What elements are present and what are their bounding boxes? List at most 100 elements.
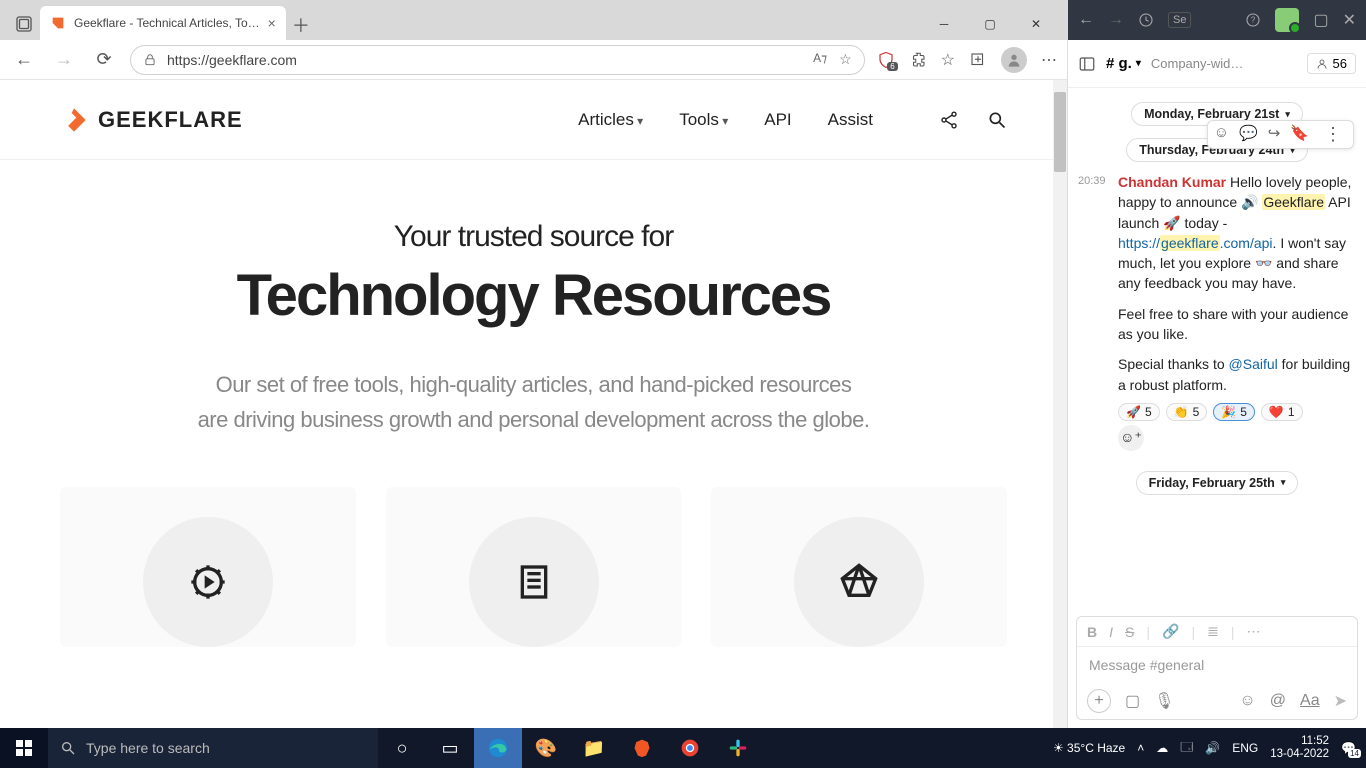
taskview-icon[interactable]: ○ xyxy=(378,728,426,768)
compose-input[interactable]: Message #general xyxy=(1077,647,1357,683)
language-indicator[interactable]: ENG xyxy=(1232,741,1258,755)
card-resources[interactable] xyxy=(711,487,1007,647)
forward-button[interactable]: → xyxy=(50,46,78,74)
close-tab-icon[interactable]: × xyxy=(268,15,276,31)
start-button[interactable] xyxy=(0,728,48,768)
history-back-icon[interactable]: ← xyxy=(1078,11,1094,29)
minimize-button[interactable]: ─ xyxy=(921,8,967,40)
mention-link[interactable]: @Saiful xyxy=(1229,356,1278,372)
tray-chevron-icon[interactable]: ˄ xyxy=(1137,741,1144,755)
window-close-button[interactable]: ✕ xyxy=(1013,8,1059,40)
back-button[interactable]: ← xyxy=(10,46,38,74)
message-composer: B I S | 🔗 | ≣ | ⋯ Message #general + ▢ 🎙… xyxy=(1076,616,1358,720)
hero-section: Your trusted source for Technology Resou… xyxy=(0,160,1067,467)
channel-name-button[interactable]: # g. ▾ xyxy=(1106,55,1141,72)
channel-topic[interactable]: Company-wid… xyxy=(1151,56,1297,71)
system-tray: ☀ 35°C Haze ˄ ☁ 🗔 🔊 ENG 11:52 13-04-2022… xyxy=(1043,735,1366,760)
nav-articles[interactable]: Articles xyxy=(578,110,643,130)
chat-close-icon[interactable]: ✕ xyxy=(1343,10,1356,30)
reaction-rocket[interactable]: 🚀5 xyxy=(1118,403,1160,421)
site-logo[interactable]: GEEKFLARE xyxy=(60,106,243,134)
weather-widget[interactable]: ☀ 35°C Haze xyxy=(1053,741,1125,755)
maximize-button[interactable]: ▢ xyxy=(967,8,1013,40)
history-icon[interactable] xyxy=(1138,12,1154,28)
textstyle-button[interactable]: Aa xyxy=(1300,692,1320,710)
tab-overview-button[interactable] xyxy=(8,8,40,40)
browser-toolbar: ← → ⟳ https://geekflare.com A⁊ ☆ xyxy=(0,40,1067,80)
search-icon[interactable] xyxy=(987,110,1007,130)
battery-icon[interactable]: 🗔 xyxy=(1180,738,1193,759)
address-bar[interactable]: https://geekflare.com A⁊ ☆ xyxy=(130,45,865,75)
card-tools[interactable] xyxy=(60,487,356,647)
chat-maximize-icon[interactable]: ▢ xyxy=(1313,10,1328,30)
more-actions-button[interactable]: ⋮ xyxy=(1319,124,1347,145)
profile-avatar[interactable] xyxy=(1001,47,1027,73)
message-content: Chandan Kumar Hello lovely people, happy… xyxy=(1118,172,1356,395)
taskbar-search[interactable]: Type here to search xyxy=(48,728,378,768)
notifications-icon[interactable]: 💬 xyxy=(1341,741,1356,755)
audio-button[interactable]: 🎙 xyxy=(1154,691,1174,711)
date-divider-3[interactable]: Friday, February 25th ▾ xyxy=(1136,471,1299,495)
svg-text:?: ? xyxy=(1251,16,1256,25)
strike-button[interactable]: S xyxy=(1125,624,1134,640)
reaction-tada[interactable]: 🎉5 xyxy=(1213,403,1255,421)
sidebar-toggle-icon[interactable] xyxy=(1078,55,1096,73)
share-msg-icon[interactable]: ↪ xyxy=(1268,124,1281,145)
thread-icon[interactable]: 💬 xyxy=(1239,124,1258,145)
channel-header: # g. ▾ Company-wid… 56 xyxy=(1068,40,1366,88)
emoji-button[interactable]: ☺ xyxy=(1239,692,1255,710)
edge-icon[interactable] xyxy=(474,728,522,768)
help-icon[interactable]: ? xyxy=(1245,12,1261,28)
collections-icon[interactable] xyxy=(969,51,987,69)
reaction-heart[interactable]: ❤️1 xyxy=(1261,403,1303,421)
explorer-icon[interactable]: 📁 xyxy=(570,728,618,768)
reaction-clap[interactable]: 👏5 xyxy=(1166,403,1208,421)
reader-icon[interactable]: A⁊ xyxy=(813,51,827,68)
nav-assist[interactable]: Assist xyxy=(828,110,873,130)
reaction-bar: 🚀5 👏5 🎉5 ❤️1 xyxy=(1118,403,1356,421)
video-button[interactable]: ▢ xyxy=(1125,691,1140,711)
user-avatar[interactable] xyxy=(1275,8,1299,32)
nav-tools[interactable]: Tools xyxy=(679,110,728,130)
mention-button[interactable]: @ xyxy=(1270,692,1286,710)
send-button[interactable]: ➤ xyxy=(1334,691,1347,711)
members-button[interactable]: 56 xyxy=(1307,53,1356,74)
list-button[interactable]: ≣ xyxy=(1207,623,1219,640)
more-format-button[interactable]: ⋯ xyxy=(1246,623,1260,640)
new-tab-button[interactable]: ＋ xyxy=(286,10,316,40)
tracking-shield-icon[interactable] xyxy=(877,51,895,69)
scrollbar-thumb[interactable] xyxy=(1054,92,1066,172)
attach-button[interactable]: + xyxy=(1087,689,1111,713)
message-link[interactable]: https://geekflare.com/api xyxy=(1118,235,1273,251)
onedrive-icon[interactable]: ☁ xyxy=(1156,741,1168,755)
card-articles[interactable] xyxy=(386,487,682,647)
paint-icon[interactable]: 🎨 xyxy=(522,728,570,768)
taskbar-apps: ○ ▭ 🎨 📁 xyxy=(378,728,762,768)
brave-icon[interactable] xyxy=(618,728,666,768)
react-icon[interactable]: ☺ xyxy=(1214,124,1229,145)
chrome-icon[interactable] xyxy=(666,728,714,768)
browser-tab[interactable]: Geekflare - Technical Articles, To… × xyxy=(40,6,286,40)
add-reaction-button[interactable]: ☺⁺ xyxy=(1118,425,1144,451)
widgets-icon[interactable]: ▭ xyxy=(426,728,474,768)
search-shortcut[interactable]: Se xyxy=(1168,12,1191,28)
share-icon[interactable] xyxy=(939,110,959,130)
favorites-icon[interactable]: ☆ xyxy=(941,50,955,70)
chevron-down-icon: ▾ xyxy=(1281,477,1286,488)
favorite-icon[interactable]: ☆ xyxy=(839,51,852,68)
nav-api[interactable]: API xyxy=(764,110,791,130)
volume-icon[interactable]: 🔊 xyxy=(1205,741,1220,755)
clock[interactable]: 11:52 13-04-2022 xyxy=(1270,735,1329,760)
bookmark-icon[interactable]: 🔖 xyxy=(1290,124,1309,145)
slack-icon[interactable] xyxy=(714,728,762,768)
message-sender[interactable]: Chandan Kumar xyxy=(1118,174,1226,190)
page-scrollbar[interactable] xyxy=(1053,80,1067,728)
chat-message: 20:39 Chandan Kumar Hello lovely people,… xyxy=(1078,172,1356,395)
link-button[interactable]: 🔗 xyxy=(1162,623,1179,640)
extensions-icon[interactable] xyxy=(909,51,927,69)
bold-button[interactable]: B xyxy=(1087,624,1097,640)
menu-button[interactable]: ⋯ xyxy=(1041,50,1057,70)
history-fwd-icon[interactable]: → xyxy=(1108,11,1124,29)
italic-button[interactable]: I xyxy=(1109,624,1113,640)
refresh-button[interactable]: ⟳ xyxy=(90,46,118,74)
